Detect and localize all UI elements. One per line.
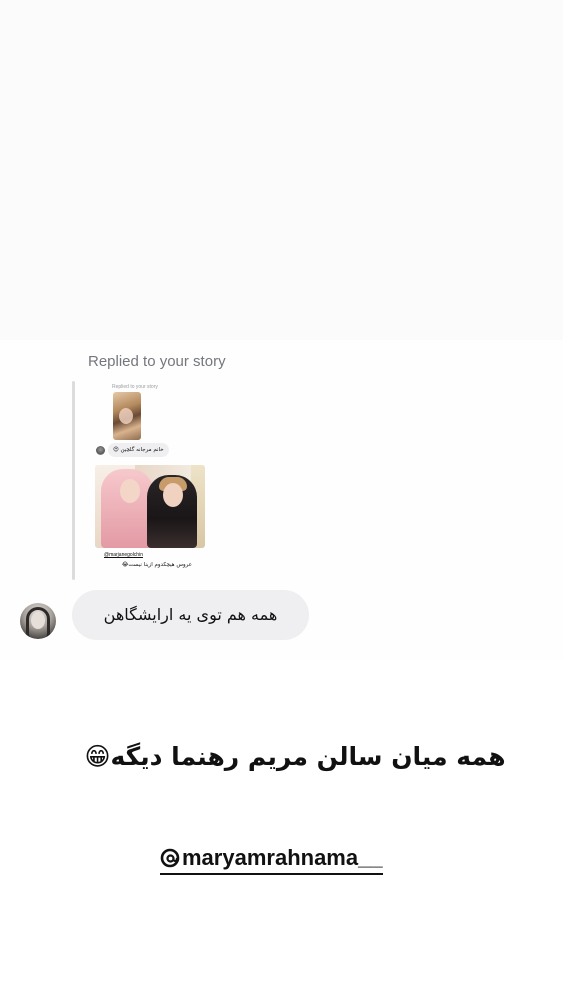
sender-avatar[interactable] (20, 603, 56, 639)
photo-face-right (163, 483, 183, 507)
photo-face-left (120, 479, 140, 503)
avatar-face (31, 612, 45, 629)
mention-username[interactable]: maryamrahnama__ (182, 845, 383, 871)
nested-mention-handle[interactable]: @marjanegolchin (104, 552, 143, 558)
message-bubble[interactable]: همه هم توی یه ارایشگاهن (72, 590, 309, 640)
mention-sticker[interactable]: maryamrahnama__ (160, 843, 383, 875)
story-caption: همه میان سالن مریم رهنما دیگه😁 (84, 742, 506, 771)
quote-bar (72, 381, 75, 580)
threads-icon (160, 848, 180, 868)
nested-replied-label: Replied to your story (112, 384, 158, 390)
nested-shared-photo[interactable] (95, 465, 205, 548)
nested-story-thumbnail[interactable] (113, 392, 141, 440)
nested-message-bubble: خانم مرجانه گلچین 😍 (108, 443, 169, 457)
nested-story-reply[interactable]: Replied to your story خانم مرجانه گلچین … (92, 382, 212, 578)
nested-caption: عروس هیچکدوم ازینا نیست😂 (122, 562, 193, 568)
story-top-background (0, 0, 563, 340)
nested-avatar (96, 446, 105, 455)
replied-to-story-label: Replied to your story (88, 353, 226, 370)
